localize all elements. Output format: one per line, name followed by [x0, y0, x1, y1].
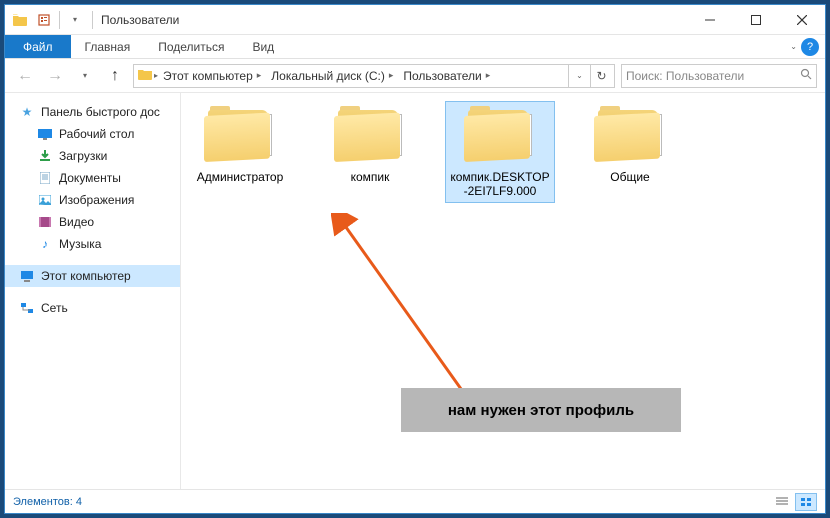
tab-share[interactable]: Поделиться [144, 35, 238, 58]
sidebar-item-videos[interactable]: Видео [5, 211, 180, 233]
breadcrumb-segment[interactable]: Этот компьютер▸ [158, 65, 266, 87]
downloads-icon [37, 148, 53, 164]
quick-access-toolbar: ▾ [5, 9, 90, 31]
folder-icon [464, 106, 536, 164]
breadcrumb[interactable]: ▸ Этот компьютер▸ Локальный диск (C:)▸ П… [133, 64, 615, 88]
folder-item[interactable]: компик.DESKTOP-2EI7LF9.000 [445, 101, 555, 203]
breadcrumb-segment[interactable]: Пользователи▸ [398, 65, 495, 87]
content-pane[interactable]: Администратор компик компик.DESKTOP-2EI7… [181, 93, 825, 489]
sidebar-item-desktop[interactable]: Рабочий стол [5, 123, 180, 145]
explorer-window: ▾ Пользователи Файл Главная Поделиться В… [4, 4, 826, 514]
history-dropdown-icon[interactable]: ▾ [73, 64, 97, 88]
tab-view[interactable]: Вид [238, 35, 288, 58]
maximize-button[interactable] [733, 5, 779, 35]
search-icon [800, 68, 812, 83]
refresh-button[interactable]: ↻ [590, 65, 612, 87]
forward-button[interactable]: → [43, 64, 67, 88]
chevron-right-icon: ▸ [389, 70, 394, 81]
separator [59, 11, 60, 29]
music-icon: ♪ [37, 236, 53, 252]
up-button[interactable]: ↑ [103, 64, 127, 88]
window-title: Пользователи [101, 13, 179, 27]
minimize-button[interactable] [687, 5, 733, 35]
documents-icon [37, 170, 53, 186]
sidebar-item-documents[interactable]: Документы [5, 167, 180, 189]
search-input[interactable]: Поиск: Пользователи [621, 64, 817, 88]
breadcrumb-segment[interactable]: Локальный диск (C:)▸ [266, 65, 398, 87]
sidebar-item-network[interactable]: Сеть [5, 297, 180, 319]
desktop-icon [37, 126, 53, 142]
tab-file[interactable]: Файл [5, 35, 71, 58]
separator [92, 11, 93, 29]
help-icon[interactable]: ? [801, 38, 819, 56]
folder-item[interactable]: Общие [575, 101, 685, 189]
properties-icon[interactable] [33, 9, 55, 31]
folder-icon [334, 106, 406, 164]
folder-item[interactable]: компик [315, 101, 425, 189]
chevron-right-icon: ▸ [486, 70, 491, 81]
folder-icon [594, 106, 666, 164]
folder-list: Администратор компик компик.DESKTOP-2EI7… [185, 101, 821, 203]
window-controls [687, 5, 825, 35]
annotation-arrow [331, 213, 511, 413]
navigation-pane: ★ Панель быстрого дос Рабочий стол Загру… [5, 93, 181, 489]
annotation-label: нам нужен этот профиль [401, 388, 681, 432]
tab-home[interactable]: Главная [71, 35, 145, 58]
back-button[interactable]: ← [13, 64, 37, 88]
sidebar-item-downloads[interactable]: Загрузки [5, 145, 180, 167]
sidebar-item-pictures[interactable]: Изображения [5, 189, 180, 211]
status-text: Элементов: 4 [13, 496, 82, 508]
ribbon-expand-icon[interactable]: ⌄ [790, 42, 797, 51]
folder-icon [136, 68, 154, 83]
sidebar-item-this-pc[interactable]: Этот компьютер [5, 265, 180, 287]
folder-icon [204, 106, 276, 164]
address-dropdown-icon[interactable]: ⌄ [568, 65, 590, 87]
star-icon: ★ [19, 104, 35, 120]
pictures-icon [37, 192, 53, 208]
status-bar: Элементов: 4 [5, 489, 825, 513]
network-icon [19, 300, 35, 316]
videos-icon [37, 214, 53, 230]
sidebar-item-music[interactable]: ♪ Музыка [5, 233, 180, 255]
chevron-right-icon: ▸ [257, 70, 262, 81]
folder-item[interactable]: Администратор [185, 101, 295, 189]
folder-icon [9, 9, 31, 31]
icons-view-button[interactable] [795, 493, 817, 511]
address-bar: ← → ▾ ↑ ▸ Этот компьютер▸ Локальный диск… [5, 59, 825, 93]
quick-access[interactable]: ★ Панель быстрого дос [5, 101, 180, 123]
qat-dropdown-icon[interactable]: ▾ [64, 9, 86, 31]
computer-icon [19, 268, 35, 284]
close-button[interactable] [779, 5, 825, 35]
ribbon: Файл Главная Поделиться Вид ⌄ ? [5, 35, 825, 59]
details-view-button[interactable] [771, 493, 793, 511]
titlebar: ▾ Пользователи [5, 5, 825, 35]
